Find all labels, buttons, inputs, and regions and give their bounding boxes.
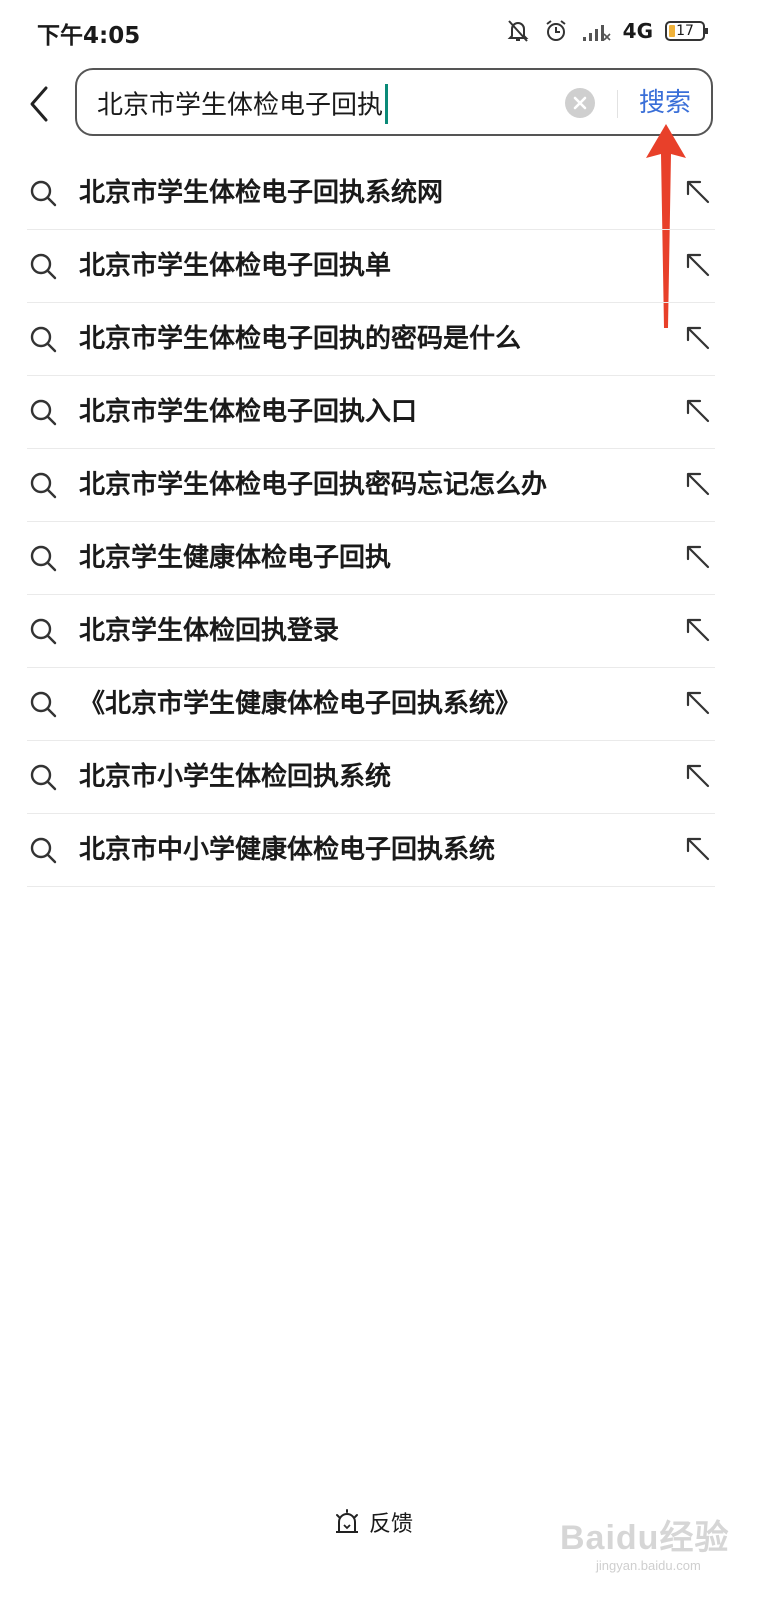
fill-query-icon[interactable] (685, 836, 711, 862)
search-query: 北京市学生体检电子回执 (97, 90, 384, 121)
search-icon (30, 764, 57, 791)
list-item[interactable]: 《北京市学生健康体检电子回执系统》 (27, 668, 715, 741)
divider (617, 90, 618, 118)
list-item[interactable]: 北京市小学生体检回执系统 (27, 741, 715, 814)
fill-query-icon[interactable] (685, 398, 711, 424)
search-icon (30, 253, 57, 280)
watermark: Baidu经验 jingyan.baidu.com (560, 1488, 740, 1588)
fill-query-icon[interactable] (685, 617, 711, 643)
mute-bell-icon (507, 20, 529, 42)
network-label: 4G (622, 19, 653, 43)
list-item[interactable]: 北京市学生体检电子回执系统网 (27, 157, 715, 230)
fill-query-icon[interactable] (685, 179, 711, 205)
text-caret (385, 84, 389, 124)
search-icon (30, 837, 57, 864)
search-input[interactable]: 北京市学生体检电子回执 (97, 84, 389, 126)
suggestion-text: 北京学生健康体检电子回执 (79, 543, 392, 573)
list-item[interactable]: 北京学生健康体检电子回执 (27, 522, 715, 595)
fill-query-icon[interactable] (685, 325, 711, 351)
suggestion-text: 北京市学生体检电子回执入口 (79, 397, 418, 427)
watermark-url: jingyan.baidu.com (596, 1558, 701, 1573)
fill-query-icon[interactable] (685, 763, 711, 789)
watermark-text: Baidu经验 (560, 1519, 730, 1557)
feedback-label: 反馈 (369, 1512, 414, 1537)
suggestion-text: 北京市学生体检电子回执密码忘记怎么办 (79, 470, 548, 500)
suggestion-text: 《北京市学生健康体检电子回执系统》 (79, 689, 522, 719)
status-time: 下午4:05 (37, 23, 141, 49)
suggestion-text: 北京市学生体检电子回执单 (79, 251, 392, 281)
list-item[interactable]: 北京市学生体检电子回执入口 (27, 376, 715, 449)
search-icon (30, 326, 57, 353)
list-item[interactable]: 北京市学生体检电子回执的密码是什么 (27, 303, 715, 376)
suggestion-text: 北京市中小学健康体检电子回执系统 (79, 835, 496, 865)
battery-level: 17 (676, 23, 694, 39)
suggestion-text: 北京市小学生体检回执系统 (79, 762, 392, 792)
signal-icon (582, 25, 611, 41)
fill-query-icon[interactable] (685, 544, 711, 570)
status-icons: 4G 17 (505, 16, 709, 46)
close-icon (573, 96, 587, 110)
search-icon (30, 180, 57, 207)
suggestion-text: 北京学生体检回执登录 (79, 616, 340, 646)
alarm-clock-icon (546, 20, 566, 41)
list-item[interactable]: 北京市中小学健康体检电子回执系统 (27, 814, 715, 887)
back-button[interactable] (24, 82, 58, 126)
fill-query-icon[interactable] (685, 690, 711, 716)
battery-icon: 17 (665, 20, 709, 42)
list-item[interactable]: 北京市学生体检电子回执密码忘记怎么办 (27, 449, 715, 522)
clear-button[interactable] (565, 88, 595, 118)
search-icon (30, 399, 57, 426)
back-arrow-icon (30, 86, 48, 122)
feedback-button[interactable]: 反馈 (333, 1505, 413, 1539)
search-button[interactable]: 搜索 (639, 86, 691, 120)
status-bar: 下午4:05 4G 17 (0, 0, 757, 62)
feedback-icon (336, 1509, 358, 1533)
list-item[interactable]: 北京市学生体检电子回执单 (27, 230, 715, 303)
search-icon (30, 545, 57, 572)
suggestion-list: 北京市学生体检电子回执系统网 北京市学生体检电子回执单 北京市学生体检电子回执的… (27, 157, 715, 887)
list-item[interactable]: 北京学生体检回执登录 (27, 595, 715, 668)
suggestion-text: 北京市学生体检电子回执的密码是什么 (79, 324, 522, 354)
search-icon (30, 472, 57, 499)
fill-query-icon[interactable] (685, 252, 711, 278)
search-icon (30, 691, 57, 718)
search-box[interactable]: 北京市学生体检电子回执 搜索 (75, 68, 713, 136)
suggestion-text: 北京市学生体检电子回执系统网 (79, 178, 444, 208)
fill-query-icon[interactable] (685, 471, 711, 497)
search-icon (30, 618, 57, 645)
